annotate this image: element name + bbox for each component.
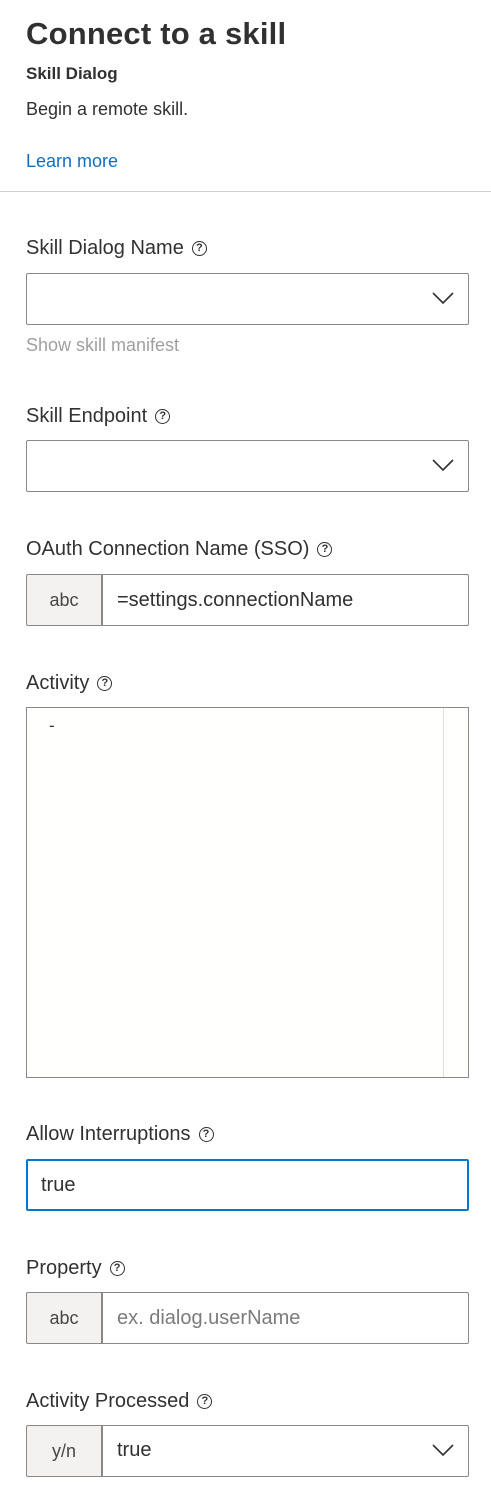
chevron-down-icon [432, 292, 454, 305]
activity-processed-label-text: Activity Processed [26, 1390, 190, 1412]
activity-label-text: Activity [26, 672, 90, 694]
oauth-connection-label-text: OAuth Connection Name (SSO) [26, 538, 310, 560]
activity-editor-line: - [47, 716, 57, 735]
skill-endpoint-dropdown[interactable] [26, 440, 469, 492]
allow-interruptions-input[interactable] [26, 1159, 469, 1211]
help-icon[interactable]: ? [155, 409, 171, 424]
chevron-down-icon [432, 459, 454, 472]
activity-editor-scrollbar[interactable] [443, 708, 468, 1077]
help-icon[interactable]: ? [317, 542, 333, 557]
help-icon[interactable]: ? [197, 1394, 213, 1409]
page-subtitle: Skill Dialog [26, 64, 118, 83]
oauth-type-selector[interactable]: abc [26, 574, 102, 626]
oauth-connection-label: OAuth Connection Name (SSO) ? [26, 538, 333, 561]
property-label-text: Property [26, 1257, 102, 1279]
allow-interruptions-label-text: Allow Interruptions [26, 1123, 191, 1145]
help-icon[interactable]: ? [97, 676, 113, 691]
allow-interruptions-label: Allow Interruptions ? [26, 1123, 214, 1146]
property-label: Property ? [26, 1257, 125, 1280]
activity-processed-label: Activity Processed ? [26, 1390, 213, 1413]
activity-label: Activity ? [26, 672, 113, 695]
oauth-connection-input[interactable] [102, 574, 469, 626]
property-type-selector[interactable]: abc [26, 1292, 102, 1344]
header-divider [0, 191, 491, 192]
activity-processed-type-selector[interactable]: y/n [26, 1425, 102, 1477]
show-skill-manifest-link[interactable]: Show skill manifest [26, 335, 179, 356]
chevron-down-icon [432, 1444, 454, 1457]
skill-dialog-name-label: Skill Dialog Name ? [26, 237, 207, 260]
activity-processed-dropdown[interactable]: true [102, 1425, 469, 1477]
page-title: Connect to a skill [26, 16, 287, 51]
skill-dialog-name-dropdown[interactable] [26, 273, 469, 325]
skill-endpoint-label-text: Skill Endpoint [26, 405, 148, 427]
property-input[interactable] [102, 1292, 469, 1344]
skill-endpoint-label: Skill Endpoint ? [26, 405, 171, 428]
skill-dialog-name-label-text: Skill Dialog Name [26, 237, 184, 259]
activity-processed-value: true [117, 1439, 152, 1461]
page-description: Begin a remote skill. [26, 99, 189, 119]
help-icon[interactable]: ? [198, 1127, 214, 1142]
activity-editor[interactable]: - [26, 707, 469, 1078]
help-icon[interactable]: ? [109, 1261, 125, 1276]
learn-more-link[interactable]: Learn more [26, 151, 118, 172]
help-icon[interactable]: ? [191, 241, 207, 256]
